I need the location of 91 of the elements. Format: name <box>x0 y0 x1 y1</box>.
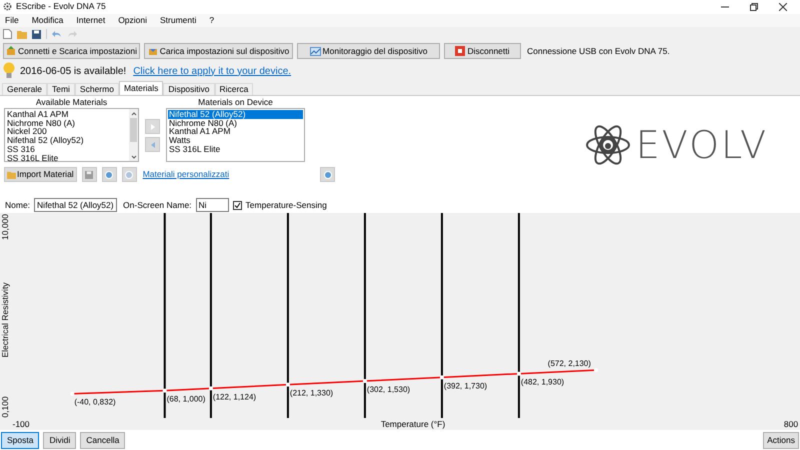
gear-icon <box>3 2 12 12</box>
point-label: (572, 2,130) <box>548 359 591 368</box>
package-icon <box>6 46 16 56</box>
lightbulb-icon <box>3 62 15 80</box>
folder-icon <box>7 170 16 178</box>
scrollbar[interactable] <box>129 109 138 161</box>
temperature-sensing-checkbox[interactable] <box>232 200 242 210</box>
field-label: Nome: <box>5 198 30 212</box>
menu-item[interactable]: Opzioni <box>118 14 148 27</box>
material-list[interactable]: Nifethal 52 (Alloy52) Nichrome N80 (A) Kanthal A1 APM Watts SS 316L Elite <box>166 108 305 162</box>
check-icon <box>234 202 241 208</box>
x-tick-label: -100 <box>12 419 30 429</box>
add-button[interactable] <box>102 167 117 182</box>
data-point[interactable] <box>440 375 444 380</box>
list-item[interactable]: Nichrome N80 (A) <box>6 118 128 128</box>
close-icon[interactable] <box>779 2 787 11</box>
logo-text: EVOLV <box>636 124 768 164</box>
chart-icon <box>310 46 321 56</box>
toolbar-button[interactable]: Disconnetti <box>444 43 521 59</box>
save-button[interactable] <box>82 167 97 182</box>
new-file-icon[interactable] <box>3 29 12 39</box>
circle-icon <box>125 170 134 178</box>
tab[interactable]: Materials <box>118 81 164 95</box>
data-point[interactable] <box>516 372 521 376</box>
scrollbar-thumb[interactable] <box>130 118 137 142</box>
save-icon[interactable] <box>32 30 41 38</box>
name-field[interactable]: Nifethal 52 (Alloy52) <box>34 198 118 212</box>
actions-button[interactable]: Actions <box>763 432 799 448</box>
point-label: (392, 1,730) <box>444 381 488 390</box>
toolbar-button[interactable]: Carica impostazioni sul dispositivo <box>144 43 293 59</box>
point-label: (-40, 0,832) <box>74 398 116 407</box>
left-arrow-icon <box>150 142 156 148</box>
update-link[interactable]: Click here to apply it to your device. <box>133 64 292 78</box>
menu-item[interactable]: ? <box>209 14 214 27</box>
menu-item[interactable]: Modifica <box>32 14 64 27</box>
list-title: Available Materials <box>36 97 108 108</box>
y-tick-label: 10,000 <box>0 214 10 240</box>
custom-materials-link[interactable]: Materiali personalizzati <box>142 168 230 181</box>
list-item[interactable]: Kanthal A1 APM <box>6 110 128 119</box>
menu-item[interactable]: Strumenti <box>160 14 196 27</box>
package-icon <box>148 46 158 56</box>
import-material-button[interactable]: Import Material <box>4 167 77 182</box>
list-item[interactable]: Nifethal 52 (Alloy52) <box>6 136 128 145</box>
x-axis-title: Temperature (°F) <box>380 419 446 429</box>
on-screen-name-field[interactable]: Ni <box>196 198 229 212</box>
material-list[interactable]: Kanthal A1 APM Nichrome N80 (A) Nickel 200 Nifethal 52 (Alloy52) SS 316 SS 316L Elite <box>4 108 139 162</box>
tab[interactable]: Temi <box>46 83 75 95</box>
checkbox-label: Temperature-Sensing <box>246 198 327 212</box>
toolbar-button[interactable]: Monitoraggio del dispositivo <box>297 43 440 59</box>
window-title: EScribe - Evolv DNA 75 <box>16 0 106 14</box>
point-label: (302, 1,530) <box>366 385 410 394</box>
circle-icon <box>324 170 332 178</box>
list-title: Materials on Device <box>198 97 273 108</box>
point-label: (482, 1,930) <box>520 378 564 387</box>
update-message: 2016-06-05 is available! <box>20 64 126 78</box>
data-point[interactable] <box>162 388 167 393</box>
list-item[interactable]: Kanthal A1 APM <box>168 127 303 136</box>
undo-icon[interactable] <box>52 30 62 38</box>
list-item[interactable]: Nifethal 52 (Alloy52) <box>168 110 303 119</box>
refresh-button[interactable] <box>320 167 336 182</box>
list-item[interactable]: SS 316L Elite <box>168 144 303 154</box>
y-axis-title: Electrical Resistivity <box>0 282 10 358</box>
list-item[interactable]: SS 316 <box>6 144 128 154</box>
save-icon <box>85 170 94 178</box>
list-item[interactable]: Nichrome N80 (A) <box>168 118 303 128</box>
mode-button[interactable]: Sposta <box>1 432 40 448</box>
list-item[interactable]: SS 316L Elite <box>6 154 128 162</box>
list-item[interactable]: Watts <box>168 136 303 145</box>
mode-button[interactable]: Dividi <box>43 432 76 448</box>
field-label: On-Screen Name: <box>123 198 192 212</box>
stop-icon <box>455 46 466 56</box>
tab[interactable]: Ricerca <box>214 83 254 95</box>
data-point[interactable] <box>286 382 290 387</box>
restore-icon[interactable] <box>750 2 758 11</box>
mode-button[interactable]: Cancella <box>80 432 126 448</box>
tab[interactable]: Generale <box>2 83 47 95</box>
circle-icon <box>105 170 114 178</box>
tab[interactable]: Dispositivo <box>163 83 215 95</box>
list-item[interactable]: Nickel 200 <box>6 127 128 136</box>
y-tick-label: 0,100 <box>0 396 10 418</box>
point-label: (122, 1,124) <box>212 392 256 402</box>
menu-item[interactable]: File <box>5 14 19 27</box>
menu-item[interactable]: Internet <box>76 14 106 27</box>
connection-status: Connessione USB con Evolv DNA 75. <box>527 44 670 58</box>
right-arrow-icon <box>150 124 156 130</box>
point-label: (212, 1,330) <box>290 388 334 398</box>
data-point[interactable] <box>208 386 213 390</box>
toolbar-button[interactable]: Connetti e Scarica impostazioni <box>3 43 140 59</box>
x-tick-label: 800 <box>784 419 798 429</box>
tab[interactable]: Schermo <box>74 83 119 95</box>
point-label: (68, 1,000) <box>166 394 206 404</box>
